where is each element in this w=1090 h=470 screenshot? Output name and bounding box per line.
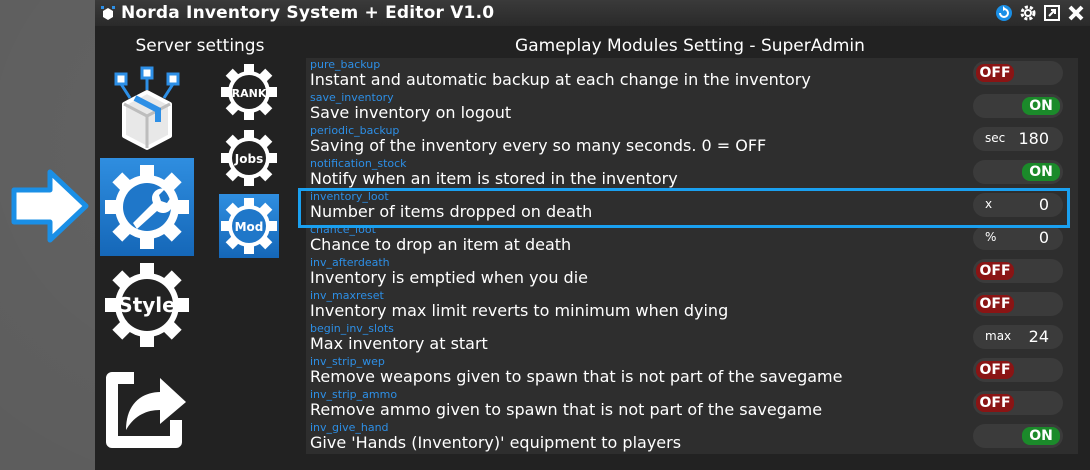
mod-label: Mod xyxy=(235,220,264,234)
sidebar-title: Server settings xyxy=(135,36,265,56)
toggle-state: OFF xyxy=(976,361,1014,379)
jobs-label: Jobs xyxy=(234,152,263,166)
export-icon[interactable] xyxy=(100,360,194,454)
pointer-arrow-icon xyxy=(10,168,90,248)
close-icon[interactable] xyxy=(1066,3,1086,23)
setting-number-input[interactable]: % 0 xyxy=(973,226,1063,250)
number-unit: max xyxy=(985,329,1012,343)
setting-toggle[interactable]: OFF xyxy=(973,259,1063,283)
toggle-state: ON xyxy=(1022,427,1060,445)
setting-row-begin-inv-slots: begin_inv_slots Max inventory at start max… xyxy=(306,322,1078,355)
toggle-state: ON xyxy=(1022,163,1060,181)
toggle-state: OFF xyxy=(976,64,1014,82)
number-value: 180 xyxy=(1018,129,1049,148)
setting-toggle[interactable]: ON xyxy=(973,94,1063,118)
setting-number-input[interactable]: x0 xyxy=(973,193,1063,217)
setting-toggle[interactable]: OFF xyxy=(973,391,1063,415)
toggle-state: OFF xyxy=(976,262,1014,280)
setting-row-chance-loot: chance_loot Chance to drop an item at dea… xyxy=(306,223,1078,256)
style-label: Style xyxy=(118,293,175,317)
setting-number-input[interactable]: sec 180 xyxy=(973,127,1063,151)
backup-box-icon[interactable] xyxy=(100,62,194,156)
setting-row-inv-strip-wep: inv_strip_wep Remove weapons given to spa… xyxy=(306,355,1078,388)
number-value: 0 xyxy=(1038,228,1049,247)
setting-row-periodic-backup: periodic_backup Saving of the inventory e… xyxy=(306,124,1078,157)
setting-toggle[interactable]: ON xyxy=(973,424,1063,448)
setting-label: Notify when an item is stored in the inv… xyxy=(310,169,678,188)
toggle-state: OFF xyxy=(976,394,1014,412)
app-window: Norda Inventory System + Editor V1.0 Ser… xyxy=(95,0,1090,470)
setting-label: Saving of the inventory every so many se… xyxy=(310,136,767,155)
setting-label: Max inventory at start xyxy=(310,334,488,353)
setting-label: Inventory max limit reverts to minimum w… xyxy=(310,301,729,320)
toggle-state: OFF xyxy=(976,295,1014,313)
setting-row-inv-give-hand: inv_give_hand Give 'Hands (Inventory)' eq… xyxy=(306,421,1078,454)
setting-row-inv-maxreset: inv_maxreset Inventory max limit reverts … xyxy=(306,289,1078,322)
app-logo-icon xyxy=(100,5,116,21)
setting-label: Instant and automatic backup at each cha… xyxy=(310,70,811,89)
setting-row-inv-strip-ammo: inv_strip_ammo Remove ammo given to spawn… xyxy=(306,388,1078,421)
setting-row-notification-stock: notification_stock Notify when an item is… xyxy=(306,157,1078,190)
setting-row-inventory-loot: inventory_loot Number of items dropped on… xyxy=(306,190,1078,223)
number-unit: sec xyxy=(985,131,1006,145)
wrench-gear-icon[interactable] xyxy=(100,158,194,256)
setting-row-pure-backup: pure_backup Instant and automatic backup … xyxy=(306,58,1078,91)
expand-icon[interactable] xyxy=(1042,3,1062,23)
window-title: Norda Inventory System + Editor V1.0 xyxy=(121,3,495,23)
refresh-icon[interactable] xyxy=(994,3,1014,23)
mod-gear-icon[interactable]: Mod xyxy=(219,194,279,258)
setting-label: Chance to drop an item at death xyxy=(310,235,572,254)
number-unit: % xyxy=(985,230,997,244)
number-value: 0 xyxy=(1038,195,1049,214)
setting-toggle[interactable]: OFF xyxy=(973,292,1063,316)
rank-gear-icon[interactable]: RANK xyxy=(219,62,279,122)
setting-label: Number of items dropped on death xyxy=(310,202,593,221)
setting-label: Save inventory on logout xyxy=(310,103,512,122)
setting-label: Remove weapons given to spawn that is no… xyxy=(310,367,843,386)
style-gear-icon[interactable]: Style xyxy=(100,258,194,352)
setting-label: Inventory is emptied when you die xyxy=(310,268,588,287)
title-bar: Norda Inventory System + Editor V1.0 xyxy=(95,0,1090,26)
number-value: 24 xyxy=(1028,327,1049,346)
gear-icon[interactable] xyxy=(1018,3,1038,23)
setting-label: Remove ammo given to spawn that is not p… xyxy=(310,400,823,419)
page-title: Gameplay Modules Setting - SuperAdmin xyxy=(515,36,865,56)
setting-toggle[interactable]: OFF xyxy=(973,61,1063,85)
number-unit: x xyxy=(985,197,993,211)
setting-row-save-inventory: save_inventory Save inventory on logout ON xyxy=(306,91,1078,124)
setting-label: Give 'Hands (Inventory)' equipment to pl… xyxy=(310,433,682,452)
setting-number-input[interactable]: max 24 xyxy=(973,325,1063,349)
setting-toggle[interactable]: OFF xyxy=(973,358,1063,382)
rank-label: RANK xyxy=(232,87,267,100)
setting-toggle[interactable]: ON xyxy=(973,160,1063,184)
setting-row-inv-afterdeath: inv_afterdeath Inventory is emptied when … xyxy=(306,256,1078,289)
jobs-gear-icon[interactable]: Jobs xyxy=(219,128,279,188)
settings-list: pure_backup Instant and automatic backup … xyxy=(306,58,1078,454)
toggle-state: ON xyxy=(1022,97,1060,115)
